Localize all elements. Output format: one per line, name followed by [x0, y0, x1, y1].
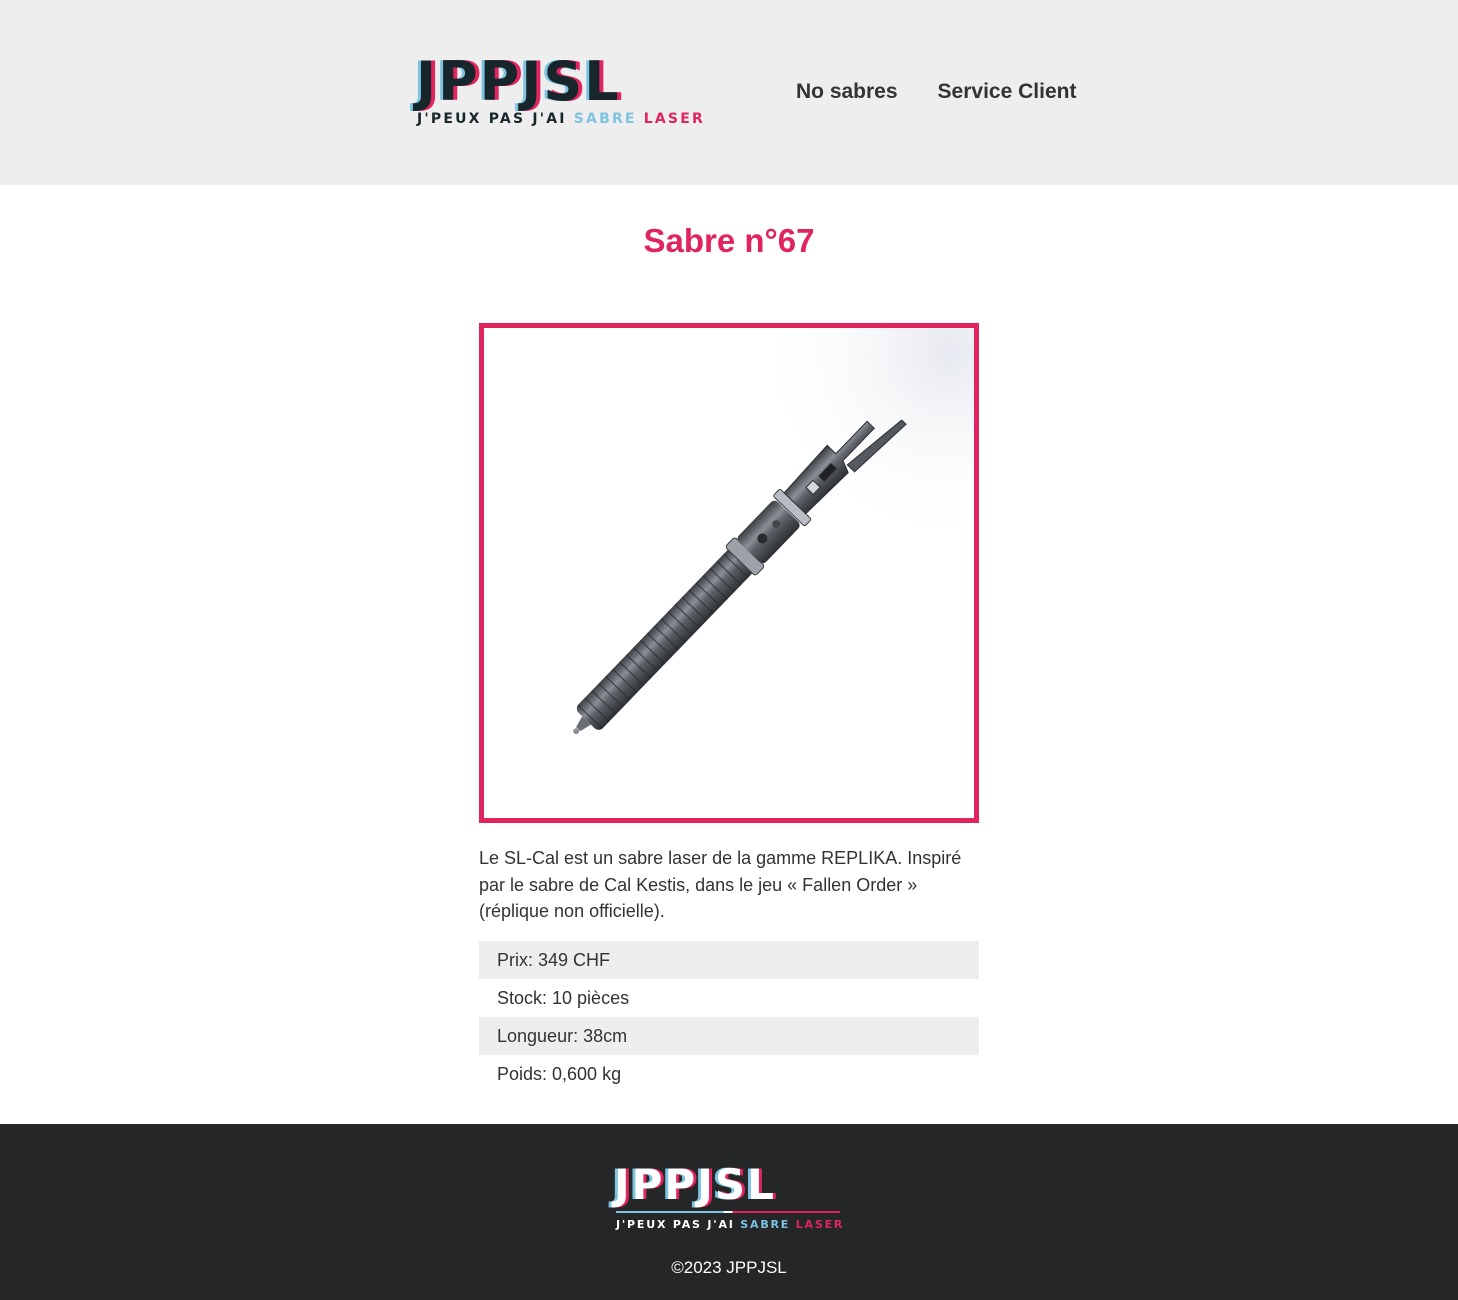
page-title: Sabre n°67 [643, 222, 815, 259]
logo-tagline-prefix: J'PEUX PAS J'AI [417, 111, 574, 127]
spec-price: Prix: 349 CHF [479, 941, 979, 979]
site-logo[interactable]: JPPJSL JPPJSL JPPJSL J'PEUX PAS J'AI SAB… [413, 55, 712, 129]
product-specs: Prix: 349 CHF Stock: 10 pièces Longueur:… [479, 941, 979, 1093]
footer-logo-tagline-red: LASER [790, 1218, 845, 1231]
main-nav: No sabres Service Client [796, 80, 1076, 104]
logo-tagline-blue: SABRE [573, 111, 637, 127]
product-description: Le SL-Cal est un sabre laser de la gamme… [479, 848, 962, 921]
footer-logo-tagline: J'PEUX PAS J'AI SABRE LASER [616, 1218, 844, 1231]
logo-wordmark-text: JPPJSL [416, 50, 621, 113]
spec-weight: Poids: 0,600 kg [497, 1064, 622, 1084]
site-footer: JPPJSL JPPJSL JPPJSL J'PEUX PAS J'AI SAB… [0, 1124, 1458, 1300]
logo-wordmark: JPPJSL JPPJSL JPPJSL [413, 55, 623, 109]
logo-tagline-red: LASER [636, 111, 705, 127]
product-image [479, 323, 979, 823]
footer-logo-saber-line [616, 1211, 840, 1213]
logo-tagline: J'PEUX PAS J'AI SABRE LASER [417, 111, 705, 127]
site-header: JPPJSL JPPJSL JPPJSL J'PEUX PAS J'AI SAB… [0, 0, 1458, 185]
footer-logo[interactable]: JPPJSL JPPJSL JPPJSL J'PEUX PAS J'AI SAB… [611, 1164, 844, 1234]
footer-logo-wordmark: JPPJSL JPPJSL JPPJSL [611, 1164, 777, 1206]
footer-logo-tagline-blue: SABRE [740, 1218, 791, 1231]
footer-logo-tagline-prefix: J'PEUX PAS J'AI [616, 1218, 741, 1231]
spec-length: Longueur: 38cm [479, 1017, 979, 1055]
lightsaber-hilt-image [484, 328, 974, 818]
nav-item-service-client[interactable]: Service Client [938, 80, 1077, 104]
nav-item-no-sabres[interactable]: No sabres [796, 80, 898, 104]
footer-logo-wordmark-text: JPPJSL [614, 1160, 776, 1209]
copyright: ©2023 JPPJSL [671, 1258, 787, 1277]
spec-stock: Stock: 10 pièces [497, 988, 630, 1008]
